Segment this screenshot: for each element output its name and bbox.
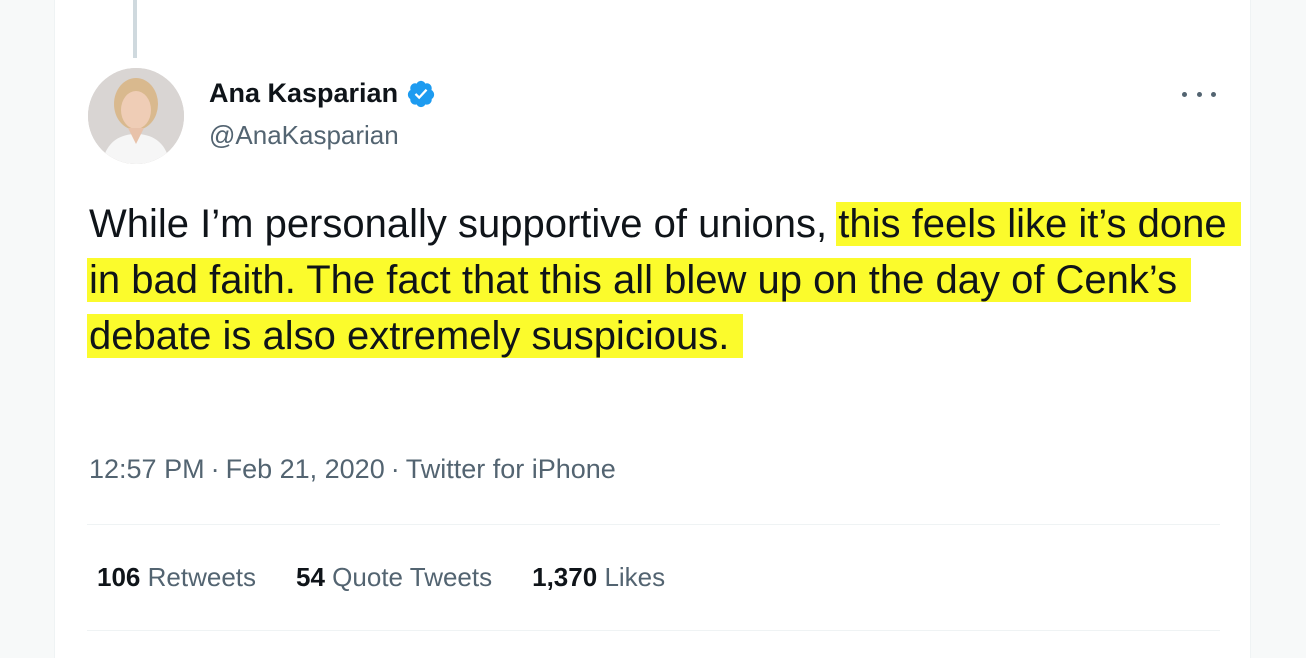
quote-tweets-label: Quote Tweets	[332, 562, 493, 592]
avatar-image	[88, 68, 184, 164]
tweet-text-plain: While I’m personally supportive of union…	[89, 202, 828, 246]
more-dot-icon	[1182, 91, 1187, 97]
author-handle[interactable]: @AnaKasparian	[209, 120, 399, 151]
author-display-name[interactable]: Ana Kasparian	[209, 78, 398, 109]
engagement-stats: 106 Retweets 54 Quote Tweets 1,370 Likes	[97, 562, 665, 593]
tweet-date[interactable]: Feb 21, 2020	[226, 454, 385, 484]
likes-stat[interactable]: 1,370 Likes	[532, 562, 665, 593]
retweets-stat[interactable]: 106 Retweets	[97, 562, 256, 593]
divider	[87, 524, 1220, 525]
tweet-source[interactable]: Twitter for iPhone	[406, 454, 616, 484]
avatar[interactable]	[88, 68, 184, 164]
retweets-count: 106	[97, 562, 141, 592]
tweet-meta: 12:57 PM · Feb 21, 2020 · Twitter for iPhone	[89, 454, 616, 485]
divider	[87, 630, 1220, 631]
more-options-button[interactable]	[1182, 82, 1216, 106]
author-name-row: Ana Kasparian	[209, 78, 436, 109]
tweet-text: While I’m personally supportive of union…	[87, 196, 1241, 364]
tweet-time[interactable]: 12:57 PM	[89, 454, 205, 484]
more-dot-icon	[1211, 91, 1216, 97]
meta-separator: ·	[390, 454, 400, 484]
likes-label: Likes	[604, 562, 666, 592]
tweet-card: Ana Kasparian @AnaKasparian While I’m pe…	[54, 0, 1251, 658]
quote-tweets-count: 54	[296, 562, 325, 592]
more-dot-icon	[1196, 91, 1202, 97]
thread-connector-line	[133, 0, 137, 58]
quote-tweets-stat[interactable]: 54 Quote Tweets	[296, 562, 492, 593]
likes-count: 1,370	[532, 562, 598, 592]
meta-separator: ·	[210, 454, 220, 484]
verified-badge-icon	[407, 80, 435, 107]
retweets-label: Retweets	[147, 562, 257, 592]
